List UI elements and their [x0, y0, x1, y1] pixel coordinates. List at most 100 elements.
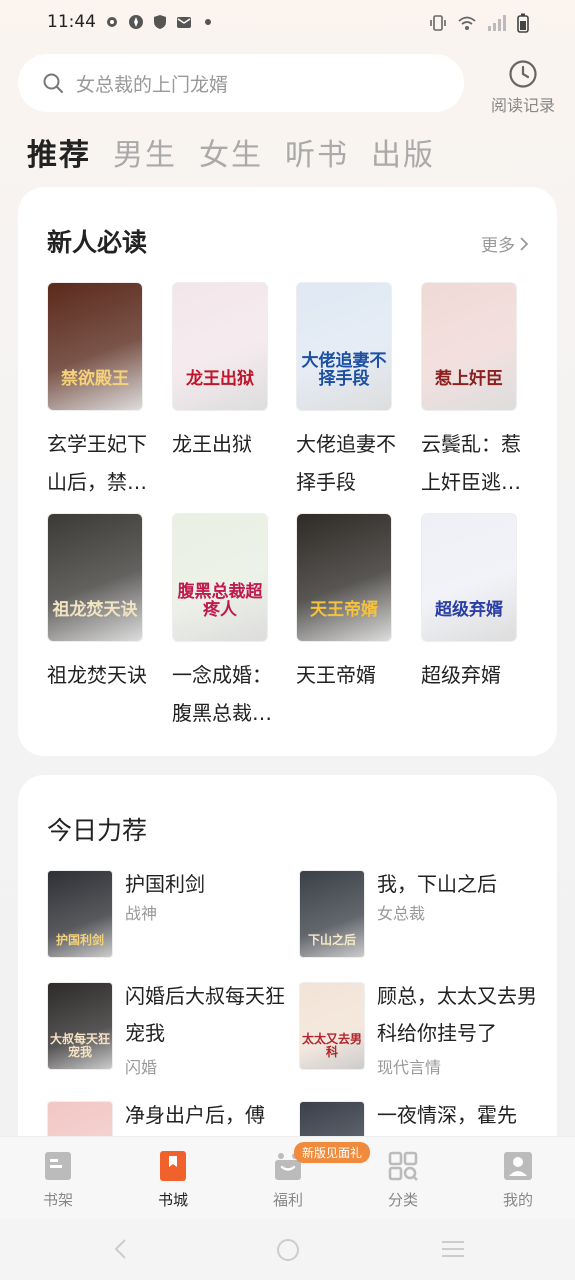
- book-cover: 下山之后: [299, 870, 365, 958]
- recents-icon[interactable]: [440, 1238, 466, 1260]
- book-title: 大佬追妻不择手段: [296, 432, 396, 494]
- book-title: 一夜情深，霍先: [377, 1103, 517, 1127]
- book-cover: 护国利剑: [47, 870, 113, 958]
- book-title: 护国利剑: [125, 872, 205, 896]
- cover-title: 禁欲殿王: [61, 369, 129, 389]
- nav-bookstore[interactable]: 书城: [133, 1149, 213, 1210]
- system-status-icons: [429, 13, 529, 33]
- cover-title: 祖龙焚天诀: [52, 600, 138, 620]
- more-link[interactable]: 更多: [481, 231, 529, 256]
- book-cover: 超级弃婿: [421, 513, 517, 642]
- section-title: 新人必读: [47, 228, 148, 257]
- book-title: 龙王出狱: [172, 432, 252, 456]
- book-item[interactable]: 龙王出狱 龙王出狱: [172, 282, 282, 463]
- cover-title: 下山之后: [307, 933, 356, 947]
- status-bar: 11:44: [0, 0, 575, 48]
- recommend-item[interactable]: 大叔每天狂宠我 闪婚后大叔每天狂宠我 闪婚: [47, 982, 287, 1077]
- book-tag: 现代言情: [377, 1058, 442, 1077]
- recommend-item[interactable]: 护国利剑 护国利剑 战神: [47, 870, 287, 962]
- book-tag: 战神: [125, 904, 158, 923]
- home-icon[interactable]: [276, 1238, 300, 1262]
- book-tag: 闪婚: [125, 1058, 158, 1077]
- book-cover: 禁欲殿王: [47, 282, 143, 411]
- tab-female[interactable]: 女生: [199, 130, 263, 174]
- new-reader-section: 新人必读 更多 禁欲殿王 玄学王妃下山后，禁… 龙王出狱 龙王出狱 大佬追妻不择…: [18, 187, 557, 756]
- category-tabs: 推荐 男生 女生 听书 出版: [27, 130, 435, 174]
- book-cover: 腹黑总裁超疼人: [172, 513, 268, 642]
- book-item[interactable]: 大佬追妻不择手段 大佬追妻不择手段: [296, 282, 406, 501]
- nav-label: 福利: [272, 1191, 303, 1209]
- book-title: 天王帝婿: [296, 663, 376, 687]
- book-title: 云鬓乱：惹上奸臣逃…: [421, 432, 521, 494]
- book-item[interactable]: 腹黑总裁超疼人 一念成婚：腹黑总裁…: [172, 513, 282, 732]
- settings-icon: [107, 17, 117, 27]
- book-cover: 惹上奸臣: [421, 282, 517, 411]
- bottom-nav: 书架 书城 福利 分类 我的: [0, 1136, 575, 1218]
- nav-label: 书城: [157, 1191, 188, 1209]
- signal-icon: [488, 15, 506, 31]
- search-input[interactable]: 女总裁的上门龙婿: [18, 54, 464, 112]
- book-cover: 天王帝婿: [296, 513, 392, 642]
- cover-title: 大佬追妻不择手段: [301, 351, 387, 389]
- recommend-item[interactable]: 下山之后 我，下山之后 女总裁: [299, 870, 539, 962]
- book-item[interactable]: 禁欲殿王 玄学王妃下山后，禁…: [47, 282, 157, 501]
- bookstore-icon: [160, 1151, 186, 1181]
- bookshelf-icon: [45, 1152, 71, 1180]
- chevron-right-icon: [520, 236, 529, 251]
- cover-title: 护国利剑: [55, 933, 104, 947]
- book-title: 净身出户后，傅: [125, 1103, 265, 1127]
- dot-icon: [205, 19, 211, 25]
- book-title: 闪婚后大叔每天狂宠我: [125, 984, 285, 1045]
- cover-title: 超级弃婿: [435, 600, 503, 620]
- reading-history-button[interactable]: 阅读记录: [486, 58, 560, 116]
- vibrate-icon: [430, 15, 446, 31]
- back-icon[interactable]: [110, 1238, 132, 1260]
- tab-recommend[interactable]: 推荐: [27, 130, 91, 174]
- profile-icon: [504, 1152, 532, 1180]
- tab-published[interactable]: 出版: [371, 130, 435, 174]
- book-title: 玄学王妃下山后，禁…: [47, 432, 147, 494]
- section-title: 今日力荐: [47, 816, 148, 845]
- nav-category[interactable]: 分类: [363, 1149, 443, 1210]
- notification-icons: [104, 14, 216, 30]
- book-cover: 太太又去男科: [299, 982, 365, 1070]
- book-title: 祖龙焚天诀: [47, 663, 147, 687]
- book-item[interactable]: 惹上奸臣 云鬓乱：惹上奸臣逃…: [421, 282, 531, 501]
- nav-label: 书架: [42, 1191, 73, 1209]
- book-title: 一念成婚：腹黑总裁…: [172, 663, 272, 725]
- reading-history-label: 阅读记录: [490, 96, 555, 115]
- tab-male[interactable]: 男生: [113, 130, 177, 174]
- status-time: 11:44: [47, 12, 96, 32]
- recommend-item[interactable]: 太太又去男科 顾总，太太又去男科给你挂号了 现代言情: [299, 982, 539, 1077]
- book-tag: 女总裁: [377, 904, 426, 923]
- book-title: 超级弃婿: [421, 663, 501, 687]
- search-placeholder: 女总裁的上门龙婿: [76, 73, 229, 96]
- book-title: 我，下山之后: [377, 872, 497, 896]
- book-item[interactable]: 祖龙焚天诀 祖龙焚天诀: [47, 513, 157, 694]
- nav-bookshelf[interactable]: 书架: [18, 1149, 98, 1210]
- new-version-badge: 新版见面礼: [294, 1142, 371, 1163]
- cover-title: 腹黑总裁超疼人: [177, 582, 263, 620]
- tab-audiobook[interactable]: 听书: [285, 130, 349, 174]
- search-icon: [43, 73, 63, 93]
- book-cover: 祖龙焚天诀: [47, 513, 143, 642]
- clock-icon: [509, 60, 537, 88]
- nav-profile[interactable]: 我的: [478, 1149, 558, 1210]
- book-item[interactable]: 天王帝婿 天王帝婿: [296, 513, 406, 694]
- battery-icon: [517, 13, 529, 33]
- shield-icon: [154, 15, 166, 29]
- book-cover: 龙王出狱: [172, 282, 268, 411]
- cover-title: 太太又去男科: [301, 1032, 362, 1059]
- more-label: 更多: [481, 236, 515, 256]
- nav-label: 我的: [502, 1191, 533, 1209]
- category-icon: [388, 1151, 418, 1181]
- cover-title: 天王帝婿: [310, 600, 378, 620]
- mail-icon: [177, 17, 191, 28]
- cover-title: 大叔每天狂宠我: [49, 1032, 110, 1059]
- cover-title: 惹上奸臣: [435, 369, 503, 389]
- system-nav-bar: [0, 1218, 575, 1280]
- book-cover: 大叔每天狂宠我: [47, 982, 113, 1070]
- compass-icon: [129, 15, 143, 29]
- book-item[interactable]: 超级弃婿 超级弃婿: [421, 513, 531, 694]
- wifi-icon: [458, 16, 476, 30]
